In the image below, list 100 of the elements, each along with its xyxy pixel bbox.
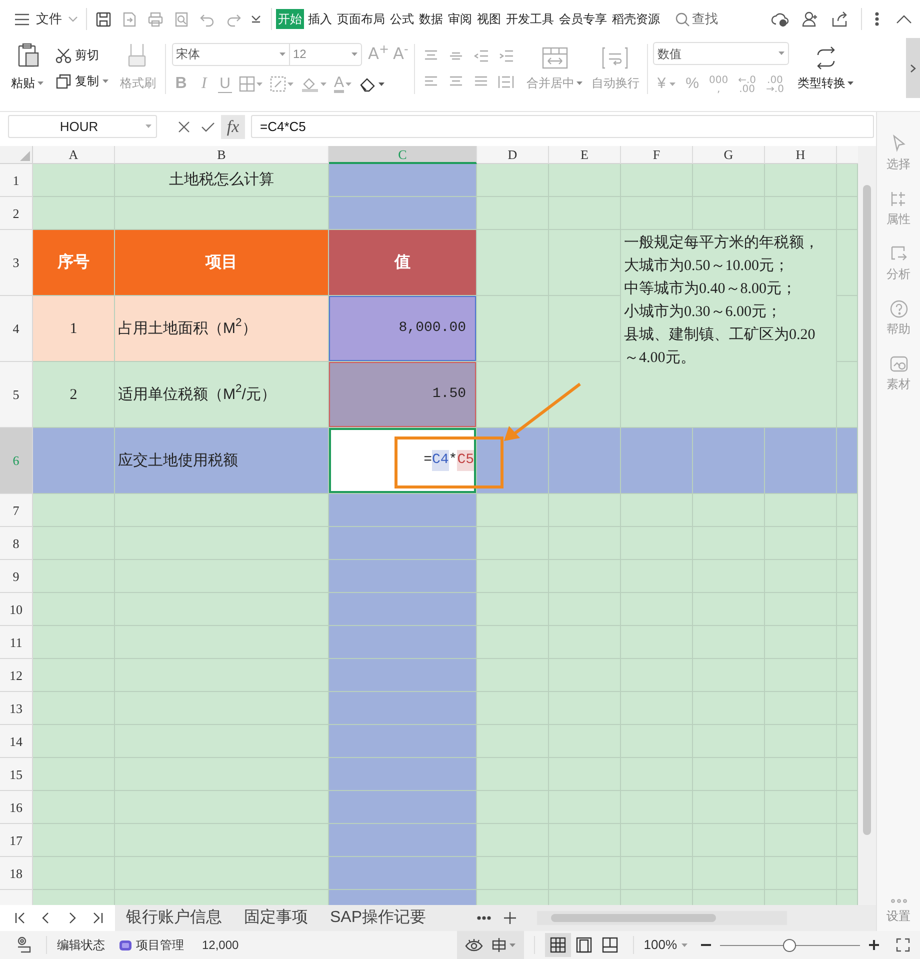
row-header[interactable]: 4 [0,296,33,362]
row-header[interactable]: 5 [0,362,33,428]
search-button[interactable]: 查找 [675,9,718,29]
share-icon[interactable] [831,11,849,27]
row-header[interactable]: 7 [0,494,33,528]
last-sheet-icon[interactable] [92,912,104,924]
file-menu[interactable]: 文件 [14,9,78,29]
ribbon-tab[interactable]: 插入 [307,9,333,29]
horizontal-scrollbar[interactable] [537,911,788,926]
column-header[interactable]: E [549,146,621,164]
zoom-level-button[interactable]: 100% [644,935,688,955]
cut-button[interactable]: 剪切 [55,46,109,64]
search-icon[interactable] [675,12,690,26]
eye-icon[interactable] [464,938,483,952]
row-header[interactable]: 11 [0,626,33,660]
caret-icon[interactable] [102,78,109,84]
confirm-icon[interactable] [201,120,215,134]
borders-icon[interactable] [239,76,255,92]
slider-thumb[interactable] [782,938,796,952]
cell-editor[interactable]: =C4*C5 [329,428,477,494]
view-button[interactable] [544,933,571,957]
macro-icon[interactable] [16,936,32,954]
row-header[interactable]: 3 [0,230,33,296]
ribbon-tab[interactable]: 视图 [476,9,502,29]
row-header[interactable]: 13 [0,692,33,726]
column-header[interactable]: F [621,146,693,164]
cloud-icon[interactable] [771,11,789,27]
column-header[interactable]: D [477,146,549,164]
ribbon-tab[interactable]: 稻壳资源 [611,9,661,29]
row-header[interactable]: 18 [0,857,33,890]
cancel-icon[interactable] [177,120,191,134]
row-header[interactable]: 14 [0,725,33,758]
font-size-field[interactable]: 12 [290,42,362,66]
sheet-tab[interactable]: 银行账户信息 [115,905,233,931]
row-header[interactable]: 17 [0,824,33,858]
row-header[interactable]: 2 [0,197,33,230]
page-break-icon[interactable] [602,937,618,953]
chevron-down-icon[interactable] [68,16,78,22]
more-sheets-icon[interactable] [477,916,492,920]
row-header[interactable]: 15 [0,758,33,792]
ribbon-tab[interactable]: 数据 [418,9,444,29]
project-manager-button[interactable]: 项目管理 [119,936,184,954]
fill-color-icon[interactable] [301,76,319,92]
column-header[interactable]: B [115,146,329,164]
ribbon-tab[interactable]: 开发工具 [505,9,555,29]
row-header[interactable]: 12 [0,659,33,692]
print-preview-icon[interactable] [173,10,190,28]
sheet-tab[interactable]: 固定事项 [233,905,319,931]
decrease-indent-icon[interactable] [473,49,490,63]
type-convert-button[interactable]: 类型转换 [794,38,858,100]
sheet-tab[interactable]: SAP操作记要 [319,905,438,931]
zoom-in-icon[interactable] [868,939,880,951]
column-header[interactable]: A [33,146,115,164]
select-all-icon[interactable] [20,151,30,162]
distributed-icon[interactable] [498,75,514,89]
crosshair-icon[interactable] [490,937,507,953]
page-layout-icon[interactable] [576,937,592,953]
insert-function-button[interactable]: fx [221,114,245,139]
row-header[interactable]: 8 [0,527,33,560]
column-header[interactable]: H [765,146,837,164]
save-icon[interactable] [95,10,112,28]
number-format-field[interactable]: 数值 [653,42,790,66]
normal-view-icon[interactable] [550,937,566,953]
export-icon[interactable] [121,10,138,28]
first-sheet-icon[interactable] [14,912,26,924]
ribbon-tab[interactable]: 公式 [389,9,415,29]
caret-icon[interactable] [847,80,854,86]
copy-button[interactable]: 复制 [55,72,109,90]
menu-icon[interactable] [14,12,30,26]
add-user-icon[interactable] [801,11,819,27]
row-header[interactable]: 10 [0,593,33,626]
column-header[interactable]: G [693,146,765,164]
zoom-slider[interactable] [720,938,860,952]
formula-field[interactable]: =C4*C5 [251,115,874,138]
caret-icon[interactable] [37,80,44,86]
ribbon-tab[interactable]: 页面布局 [336,9,386,29]
add-sheet-icon[interactable] [503,911,518,926]
customize-dropdown-icon[interactable] [251,15,261,23]
scissors-icon[interactable] [55,46,72,64]
collapse-icon[interactable] [896,14,912,24]
copy-icon[interactable] [55,72,72,90]
more-icon[interactable] [874,11,880,27]
ribbon-tab[interactable]: 审阅 [447,9,473,29]
row-header[interactable]: 9 [0,560,33,594]
font-name-field[interactable]: 宋体 [172,42,290,66]
paste-button[interactable]: 粘贴 [8,38,47,96]
fullscreen-icon[interactable] [896,938,910,952]
row-header[interactable]: 1 [0,164,33,198]
cell-style-icon[interactable] [270,76,286,92]
row-header[interactable]: 16 [0,791,33,824]
ribbon-tab[interactable]: 会员专享 [558,9,608,29]
increase-indent-icon[interactable] [498,49,514,63]
chevron-right-icon[interactable] [910,64,916,72]
caret-icon[interactable] [378,82,386,86]
print-icon[interactable] [147,10,164,28]
image-icon[interactable] [888,354,908,374]
eraser-icon[interactable] [359,76,378,92]
name-box[interactable]: HOUR [8,115,157,138]
help-icon[interactable] [888,299,908,319]
vertical-scrollbar[interactable] [858,146,876,906]
